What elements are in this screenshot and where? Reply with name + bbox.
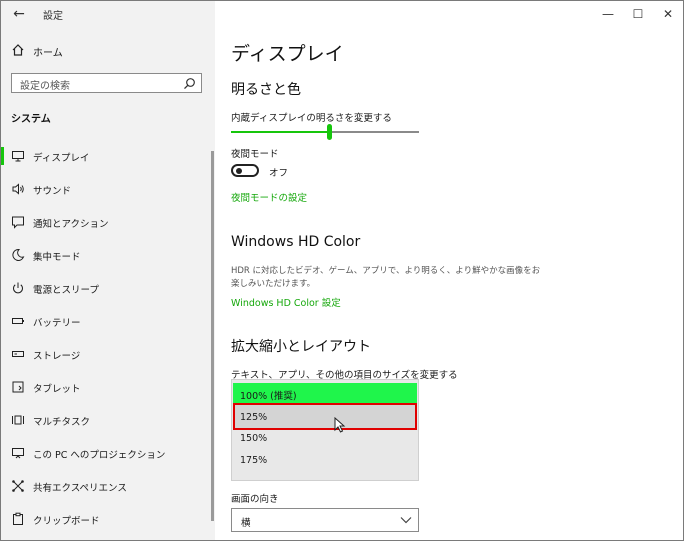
share-icon — [12, 480, 24, 492]
sidebar-item-label: ディスプレイ — [33, 153, 90, 164]
power-icon — [13, 282, 23, 294]
app-title: 設定 — [43, 11, 63, 22]
sidebar-item-label: タブレット — [33, 384, 81, 395]
sidebar-item-storage[interactable]: ストレージ — [1, 339, 211, 369]
sidebar-item-label: 共有エクスペリエンス — [33, 483, 127, 494]
night-mode-state: オフ — [269, 168, 289, 179]
sidebar-item-focus[interactable]: 集中モード — [1, 240, 211, 270]
storage-icon — [12, 351, 24, 357]
option-label: 100% (推奨) — [240, 391, 297, 402]
orientation-select[interactable]: 横 — [231, 508, 419, 532]
sidebar-item-label: 電源とスリープ — [33, 285, 99, 296]
brightness-slider-label: 内蔵ディスプレイの明るさを変更する — [231, 113, 392, 124]
scale-option-100[interactable]: 100% (推奨) — [233, 383, 417, 405]
section-title: システム — [11, 114, 51, 125]
sidebar-item-display[interactable]: ディスプレイ — [1, 141, 211, 171]
battery-icon — [12, 318, 24, 324]
close-button[interactable]: ✕ — [653, 5, 683, 23]
main-content: — ☐ ✕ ディスプレイ 明るさと色 内蔵ディスプレイの明るさを変更する 夜間モ… — [215, 1, 683, 540]
option-label: 150% — [240, 433, 268, 444]
home-nav-item[interactable]: ホーム — [1, 39, 215, 63]
sidebar-item-power[interactable]: 電源とスリープ — [1, 273, 211, 303]
sidebar-item-tablet[interactable]: タブレット — [1, 372, 211, 402]
sidebar-item-notifications[interactable]: 通知とアクション — [1, 207, 211, 237]
search-icon — [184, 78, 195, 90]
notification-icon — [12, 216, 24, 229]
page-title: ディスプレイ — [231, 43, 344, 65]
monitor-icon — [12, 151, 24, 162]
speaker-icon — [12, 183, 24, 195]
scale-option-150[interactable]: 150% — [233, 428, 417, 450]
sidebar-item-multitasking[interactable]: マルチタスク — [1, 405, 211, 435]
sidebar-item-projection[interactable]: この PC へのプロジェクション — [1, 438, 211, 468]
orientation-value: 横 — [241, 518, 251, 529]
sidebar: ← 設定 ホーム 設定の検索 システム ディスプレイ サウンド 通知とアクション… — [1, 1, 215, 540]
sidebar-item-label: 通知とアクション — [33, 219, 109, 230]
scale-option-175[interactable]: 175% — [233, 450, 417, 472]
title-bar: ← 設定 — [1, 1, 215, 29]
sidebar-item-label: バッテリー — [33, 318, 81, 329]
brightness-slider-thumb[interactable] — [327, 124, 332, 140]
scale-heading: 拡大縮小とレイアウト — [231, 339, 371, 355]
tablet-icon — [12, 381, 24, 393]
sidebar-item-label: マルチタスク — [33, 417, 91, 428]
hdr-settings-link[interactable]: Windows HD Color 設定 — [231, 295, 341, 309]
hdr-description: HDR に対応したビデオ、ゲーム、アプリで、より明るく、より鮮やかな画像をお楽し… — [231, 266, 541, 289]
projection-icon — [12, 448, 24, 459]
brightness-slider-fill — [231, 131, 329, 133]
home-label: ホーム — [33, 48, 63, 59]
night-mode-label: 夜間モード — [231, 149, 279, 160]
sidebar-item-battery[interactable]: バッテリー — [1, 306, 211, 336]
chevron-down-icon — [400, 517, 412, 524]
settings-window: ← 設定 ホーム 設定の検索 システム ディスプレイ サウンド 通知とアクション… — [0, 0, 684, 541]
sidebar-item-label: ストレージ — [33, 351, 81, 362]
clipboard-icon — [13, 512, 23, 525]
moon-icon — [12, 248, 25, 261]
sidebar-item-label: サウンド — [33, 186, 72, 197]
sidebar-scrollbar[interactable] — [211, 151, 214, 521]
minimize-button[interactable]: — — [593, 5, 623, 23]
toggle-knob — [236, 168, 242, 174]
option-label: 125% — [240, 412, 268, 423]
night-mode-settings-link[interactable]: 夜間モードの設定 — [231, 190, 307, 204]
search-input[interactable]: 設定の検索 — [11, 73, 202, 93]
search-placeholder: 設定の検索 — [20, 81, 70, 92]
sidebar-item-label: この PC へのプロジェクション — [33, 450, 166, 461]
option-label: 175% — [240, 455, 268, 466]
sidebar-item-label: クリップボード — [33, 516, 100, 527]
orientation-label: 画面の向き — [231, 494, 279, 505]
maximize-button[interactable]: ☐ — [623, 5, 653, 23]
scale-option-125[interactable]: 125% — [233, 403, 417, 430]
home-icon — [12, 44, 24, 56]
back-arrow-icon[interactable]: ← — [9, 5, 29, 23]
brightness-heading: 明るさと色 — [231, 82, 301, 98]
sidebar-item-clipboard[interactable]: クリップボード — [1, 504, 211, 534]
sidebar-item-label: 集中モード — [33, 252, 81, 263]
night-mode-toggle[interactable] — [231, 164, 259, 177]
multitask-icon — [12, 415, 24, 425]
hdr-heading: Windows HD Color — [231, 234, 361, 250]
active-indicator — [1, 147, 4, 165]
sidebar-item-sound[interactable]: サウンド — [1, 174, 211, 204]
sidebar-item-shared-experiences[interactable]: 共有エクスペリエンス — [1, 471, 211, 501]
mouse-cursor-icon — [334, 417, 346, 433]
